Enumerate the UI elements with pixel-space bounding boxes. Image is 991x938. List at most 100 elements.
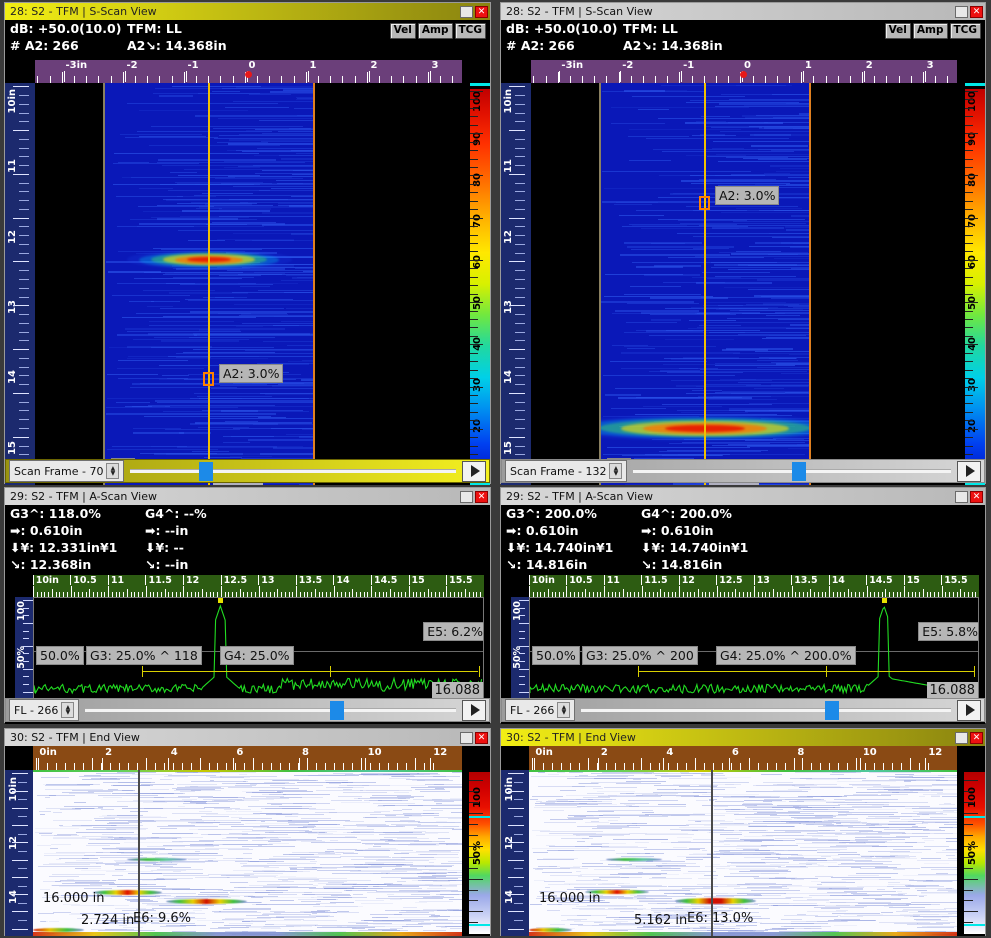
ascan-plot-right[interactable]: 50.0% G3: 25.0% ^ 200 G4: 25.0% ^ 200.0% E5… [529, 597, 979, 700]
vel-button[interactable]: Vel [884, 23, 911, 39]
grain-line [222, 844, 272, 846]
ruler-tick [33, 586, 34, 597]
titlebar-endview-right[interactable]: 30: S2 - TFM | End View [501, 729, 985, 746]
ruler-tick [110, 76, 112, 83]
scan-frame-label-left[interactable]: Scan Frame - 70 [9, 460, 125, 482]
grain-line [718, 160, 809, 162]
fl-slider-right[interactable]: FL - 266 [501, 698, 985, 722]
fl-label-right[interactable]: FL - 266 [505, 699, 576, 721]
play-icon-right[interactable] [957, 460, 981, 482]
close-icon[interactable] [970, 490, 983, 503]
scan-frame-slider-left[interactable]: Scan Frame - 70 [5, 459, 490, 483]
titlebar-ascan-left[interactable]: 29: S2 - TFM | A-Scan View [5, 488, 490, 505]
gate3-line[interactable] [141, 670, 331, 672]
ruler-tick [427, 72, 429, 83]
cursor-line[interactable] [704, 83, 706, 485]
amp-button[interactable]: Amp [912, 23, 948, 39]
scan-frame-stepper[interactable] [609, 462, 623, 480]
grain-line [53, 911, 72, 913]
scan-frame-thumb-right[interactable] [792, 462, 807, 481]
titlebar-endview-left[interactable]: 30: S2 - TFM | End View [5, 729, 490, 746]
close-icon[interactable] [475, 5, 488, 18]
play-icon-left[interactable] [462, 699, 486, 721]
gate4-end[interactable] [478, 665, 480, 677]
ruler-tick [514, 799, 523, 801]
amp-button[interactable]: Amp [417, 23, 453, 39]
titlebar-ascan-right[interactable]: 29: S2 - TFM | A-Scan View [501, 488, 985, 505]
tcg-button[interactable]: TCG [949, 23, 981, 39]
sscan-plot-left[interactable]: A2: 3.0%E4 [35, 83, 462, 485]
gate3-line[interactable] [637, 670, 826, 672]
play-icon-left[interactable] [462, 460, 486, 482]
grain-line [208, 873, 255, 875]
sscan-plot-right[interactable]: A2: 3.0%E4 [531, 83, 957, 485]
scan-frame-label-right[interactable]: Scan Frame - 132 [505, 460, 628, 482]
colorbar-tick [965, 259, 978, 261]
play-icon-right[interactable] [957, 699, 981, 721]
fl-track-right[interactable] [581, 701, 951, 720]
ruler-tick [856, 758, 858, 770]
grain-line [428, 850, 461, 852]
gate4-line[interactable] [825, 670, 974, 672]
ruler-tick [519, 676, 525, 678]
grain-line [362, 817, 409, 819]
close-icon[interactable] [970, 5, 983, 18]
gate4-end[interactable] [973, 665, 975, 677]
cursor-handle[interactable] [203, 372, 214, 387]
maximize-icon[interactable] [460, 490, 473, 503]
fl-stepper[interactable] [61, 701, 75, 719]
fl-track-left[interactable] [85, 701, 456, 720]
scan-frame-thumb-left[interactable] [198, 462, 213, 481]
tcg-button[interactable]: TCG [454, 23, 486, 39]
vel-button[interactable]: Vel [389, 23, 416, 39]
ruler-tick [23, 661, 29, 663]
grain-line [281, 321, 313, 322]
maximize-icon[interactable] [460, 731, 473, 744]
ruler-tick [618, 72, 620, 83]
ruler-tick [900, 763, 902, 770]
scan-frame-track-right[interactable] [633, 462, 951, 481]
maximize-icon[interactable] [955, 490, 968, 503]
grain-line [201, 816, 230, 818]
endview-plot-right[interactable]: 16.000 in 5.162 in E6: 13.0% [529, 770, 957, 936]
grain-line [917, 813, 929, 815]
cursor-line[interactable] [208, 83, 210, 485]
grain-line [657, 117, 809, 119]
fl-label-left[interactable]: FL - 266 [9, 699, 80, 721]
grain-line [744, 806, 799, 808]
ruler-tick [508, 807, 524, 809]
fl-thumb-right[interactable] [825, 701, 840, 720]
scan-frame-track-left[interactable] [130, 462, 456, 481]
fl-thumb-left[interactable] [330, 701, 344, 720]
grain-line [239, 863, 247, 865]
maximize-icon[interactable] [955, 5, 968, 18]
titlebar-sscan-left[interactable]: 28: S2 - TFM | S-Scan View [5, 3, 490, 20]
grain-line [259, 120, 313, 121]
fl-slider-left[interactable]: FL - 266 [5, 698, 490, 722]
scan-frame-stepper[interactable] [106, 462, 120, 480]
fl-stepper[interactable] [557, 701, 571, 719]
grain-line [425, 865, 452, 867]
gate3-start[interactable] [637, 665, 639, 677]
ascan-plot-left[interactable]: 50.0% G3: 25.0% ^ 118 G4: 25.0% E5: 6.2% 16.… [33, 597, 484, 700]
close-icon[interactable] [475, 490, 488, 503]
ruler-tick [199, 758, 201, 770]
close-icon[interactable] [475, 731, 488, 744]
grain-line [753, 294, 809, 297]
cursor-handle[interactable] [699, 195, 710, 210]
scan-frame-slider-right[interactable]: Scan Frame - 132 [501, 459, 985, 483]
grain-line [903, 915, 918, 917]
gate3-start[interactable] [141, 665, 143, 677]
endview-plot-left[interactable]: 16.000 in 2.724 in E6: 9.6% [33, 770, 462, 936]
grain-line [285, 274, 313, 276]
grain-line [720, 130, 809, 132]
maximize-icon[interactable] [955, 731, 968, 744]
grain-line [566, 889, 581, 891]
gate4-line[interactable] [330, 670, 479, 672]
close-icon[interactable] [970, 731, 983, 744]
titlebar-sscan-right[interactable]: 28: S2 - TFM | S-Scan View [501, 3, 985, 20]
grain-line [229, 455, 273, 457]
grain-line [149, 325, 300, 327]
maximize-icon[interactable] [460, 5, 473, 18]
grain-line [848, 827, 890, 828]
